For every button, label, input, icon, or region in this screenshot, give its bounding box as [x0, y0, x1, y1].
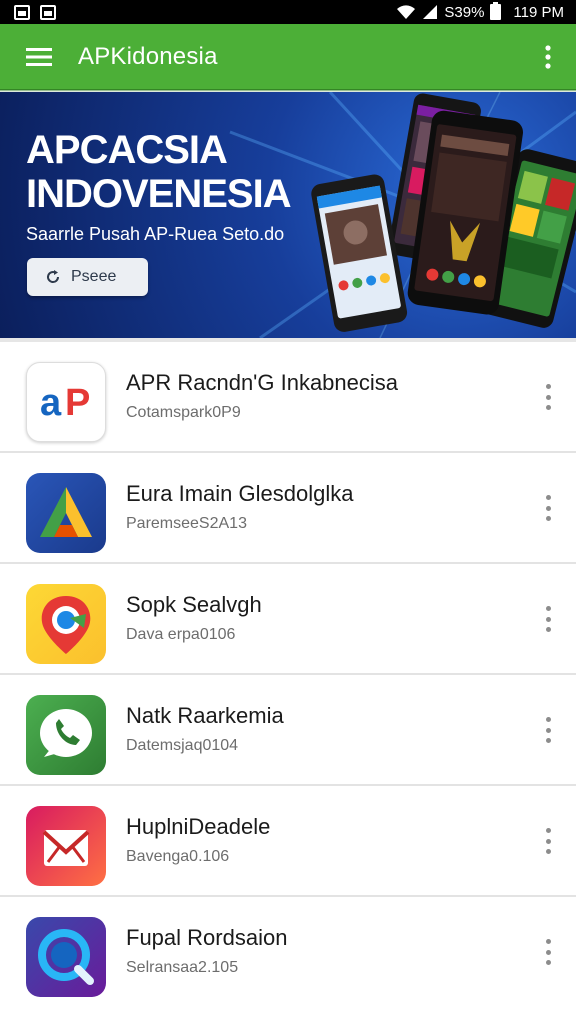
- banner-button[interactable]: Pseee: [27, 258, 148, 296]
- clock: 119 PM: [513, 3, 564, 21]
- menu-button[interactable]: [0, 24, 78, 90]
- app-meta: ParemseeS2A13: [126, 515, 247, 532]
- banner-title-line-2: INDOVENESIA: [26, 172, 292, 216]
- overflow-menu-button[interactable]: [520, 24, 576, 90]
- hamburger-menu-icon: [26, 48, 52, 66]
- list-item[interactable]: Eura Imain Glesdolglka ParemseeS2A13: [0, 453, 576, 564]
- search-icon: [26, 917, 106, 997]
- app-name: Natk Raarkemia: [126, 703, 284, 728]
- item-more-button[interactable]: [538, 824, 558, 858]
- app-meta: Datemsjaq0104: [126, 737, 239, 754]
- svg-text:a: a: [40, 382, 62, 424]
- status-bar: S39% 119 PM: [0, 0, 576, 24]
- app-list: a P APR Racndn'G Inkabnecisa Cotamspark0…: [0, 342, 576, 1008]
- banner-subtitle: Saarrle Pusah AP-Ruea Seto.do: [26, 224, 285, 244]
- list-item[interactable]: a P APR Racndn'G Inkabnecisa Cotamspark0…: [0, 342, 576, 453]
- item-more-button[interactable]: [538, 380, 558, 414]
- wifi-icon: [397, 5, 416, 19]
- item-more-button[interactable]: [538, 491, 558, 525]
- map-pin-icon: [26, 584, 106, 664]
- svg-text:P: P: [65, 382, 90, 424]
- item-more-button[interactable]: [538, 935, 558, 969]
- app-name: Eura Imain Glesdolglka: [126, 481, 354, 506]
- app-meta: Bavenga0.106: [126, 848, 230, 865]
- image-icon: [40, 4, 56, 20]
- app-title: APKidonesia: [78, 43, 218, 70]
- list-item[interactable]: HuplniDeadele Bavenga0.106: [0, 786, 576, 897]
- banner-button-label: Pseee: [71, 268, 117, 285]
- signal-icon: [423, 5, 438, 19]
- refresh-icon: [47, 270, 60, 283]
- app-meta: Selransaa2.105: [126, 959, 239, 976]
- more-vert-icon: [545, 45, 551, 69]
- app-meta: Dava erpa0106: [126, 626, 236, 643]
- list-item[interactable]: Fupal Rordsaion Selransaa2.105: [0, 897, 576, 1008]
- ap-logo-icon: a P: [26, 362, 106, 442]
- battery-percentage: S39%: [444, 3, 485, 21]
- triangle-logo-icon: [26, 473, 106, 553]
- app-bar: APKidonesia: [0, 24, 576, 90]
- banner-title: APCACSIA INDOVENESIA: [26, 128, 292, 216]
- list-item[interactable]: Natk Raarkemia Datemsjaq0104: [0, 675, 576, 786]
- mail-icon: [26, 806, 106, 886]
- app-name: Sopk Sealvgh: [126, 592, 262, 617]
- app-name: Fupal Rordsaion: [126, 925, 288, 950]
- item-more-button[interactable]: [538, 713, 558, 747]
- list-item[interactable]: Sopk Sealvgh Dava erpa0106: [0, 564, 576, 675]
- item-more-button[interactable]: [538, 602, 558, 636]
- banner-title-line-1: APCACSIA: [26, 128, 228, 172]
- app-meta: Cotamspark0P9: [126, 404, 241, 421]
- promo-banner[interactable]: APCACSIA INDOVENESIA Saarrle Pusah AP-Ru…: [0, 92, 576, 338]
- phone-icon: [26, 695, 106, 775]
- app-name: HuplniDeadele: [126, 814, 271, 839]
- gallery-icon: [14, 4, 30, 20]
- app-name: APR Racndn'G Inkabnecisa: [126, 370, 399, 395]
- phones-illustration: [311, 93, 576, 332]
- battery-icon: [490, 2, 502, 20]
